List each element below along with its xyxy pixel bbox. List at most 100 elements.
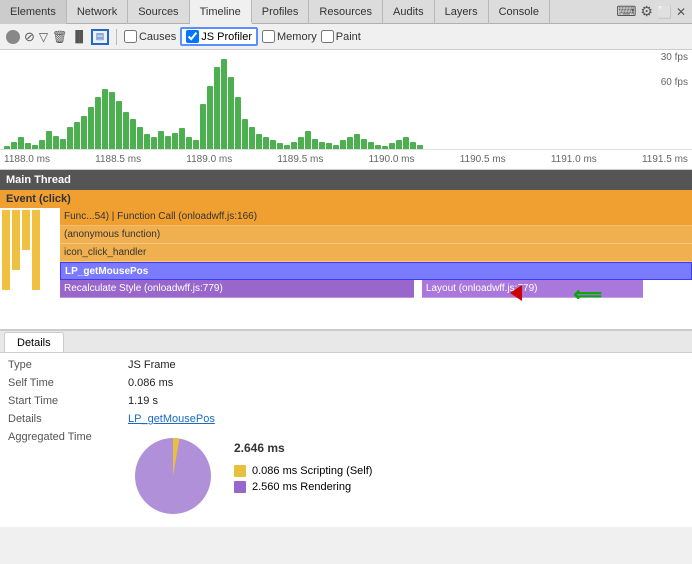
timeline-bar: [39, 140, 45, 149]
tab-layers[interactable]: Layers: [435, 0, 489, 24]
timeline-bar: [361, 139, 367, 150]
timeline-bar: [368, 142, 374, 150]
memory-label: Memory: [277, 31, 317, 43]
details-link-row: Details LP_getMousePos: [0, 411, 692, 429]
timeline-bar: [291, 142, 297, 150]
timeline-bar: [312, 139, 318, 150]
terminal-icon[interactable]: ⌨: [616, 3, 636, 20]
timeline-bar: [46, 131, 52, 149]
timeline-bar: [81, 116, 87, 149]
details-tab[interactable]: Details: [4, 332, 64, 352]
fps-60-label: 60 fps: [661, 77, 688, 88]
timeline-bar: [228, 77, 234, 149]
aggregated-time-label: Aggregated Time: [8, 431, 128, 443]
tab-console[interactable]: Console: [489, 0, 550, 24]
recalculate-style-row: Recalculate Style (onloadwff.js:779): [60, 280, 414, 298]
js-profiler-checkbox[interactable]: [186, 30, 199, 43]
flame-chart-icon[interactable]: ▤: [91, 29, 109, 45]
memory-checkbox-label[interactable]: Memory: [262, 30, 317, 43]
timeline-bar: [67, 127, 73, 150]
timeline-bar: [95, 97, 101, 150]
timeline-bar: [298, 137, 304, 149]
layout-row: Layout (onloadwff.js:779): [422, 280, 643, 298]
tab-network[interactable]: Network: [67, 0, 128, 24]
tab-audits[interactable]: Audits: [383, 0, 435, 24]
timeline-bar: [207, 86, 213, 149]
close-icon[interactable]: ✕: [676, 5, 686, 19]
timeline-bar: [144, 134, 150, 149]
tab-resources[interactable]: Resources: [309, 0, 383, 24]
timeline-bar: [123, 112, 129, 150]
tab-timeline[interactable]: Timeline: [190, 0, 252, 24]
timeline-bar: [319, 142, 325, 150]
paint-checkbox-label[interactable]: Paint: [321, 30, 361, 43]
func-rows: Func...54) | Function Call (onloadwff.js…: [60, 208, 692, 329]
timeline-bar: [256, 134, 262, 149]
pie-legend: 2.646 ms 0.086 ms Scripting (Self) 2.560…: [234, 431, 372, 493]
timeline-bar: [305, 131, 311, 149]
timeline-bar: [242, 119, 248, 149]
memory-checkbox[interactable]: [262, 30, 275, 43]
timeline-bar: [235, 97, 241, 150]
paint-checkbox[interactable]: [321, 30, 334, 43]
trash-icon[interactable]: 🗑: [52, 30, 67, 44]
start-time-row: Start Time 1.19 s: [0, 393, 692, 411]
details-field-label: Details: [8, 413, 128, 425]
rendering-color-swatch: [234, 481, 246, 493]
timeline-bar: [221, 59, 227, 149]
timeline-bar: [158, 131, 164, 149]
causes-checkbox[interactable]: [124, 30, 137, 43]
self-time-label: Self Time: [8, 377, 128, 389]
timeline-bar: [165, 136, 171, 150]
bar-chart-icon[interactable]: ▐▌: [71, 31, 87, 43]
left-bars: [0, 208, 60, 329]
timeline-bar: [186, 137, 192, 149]
green-arrow-icon: ⟸: [573, 282, 602, 307]
timeline-bar: [109, 92, 115, 149]
start-time-value: 1.19 s: [128, 395, 158, 407]
type-label: Type: [8, 359, 128, 371]
timeline-bar: [249, 127, 255, 150]
settings-icon[interactable]: ⚙: [640, 3, 653, 20]
call-stack: Event (click) Func...54) | Function Call…: [0, 190, 692, 330]
timeline-bar: [60, 139, 66, 150]
scripting-color-swatch: [234, 465, 246, 477]
causes-checkbox-label[interactable]: Causes: [124, 30, 176, 43]
timeline-bar: [137, 127, 143, 150]
legend-scripting: 0.086 ms Scripting (Self): [234, 465, 372, 477]
aggregated-time-row: Aggregated Time 2.646 ms 0.086 ms: [0, 429, 692, 523]
timeline-bar: [18, 137, 24, 149]
scripting-legend-label: 0.086 ms Scripting (Self): [252, 465, 372, 477]
tab-profiles[interactable]: Profiles: [252, 0, 310, 24]
details-link[interactable]: LP_getMousePos: [128, 413, 215, 425]
main-thread-header: Main Thread: [0, 170, 692, 190]
details-section: Details Type JS Frame Self Time 0.086 ms…: [0, 330, 692, 527]
timeline-bar: [340, 140, 346, 149]
icon-click-handler-row: icon_click_handler: [60, 244, 692, 262]
type-value: JS Frame: [128, 359, 176, 371]
timeline-bar: [102, 89, 108, 149]
filter-icon[interactable]: ▽: [39, 30, 48, 44]
lp-getmousepos-row[interactable]: LP_getMousePos: [60, 262, 692, 280]
timeline-bar: [200, 104, 206, 149]
filter-bar: ⊘ ▽ 🗑 ▐▌ ▤ Causes JS Profiler Memory Pai…: [0, 24, 692, 50]
pie-chart: [128, 431, 218, 521]
tab-sources[interactable]: Sources: [128, 0, 189, 24]
timeline-bar: [74, 122, 80, 149]
details-table: Type JS Frame Self Time 0.086 ms Start T…: [0, 353, 692, 527]
timeline-bar: [130, 119, 136, 149]
js-profiler-label: JS Profiler: [201, 31, 252, 43]
timeline-bar: [179, 128, 185, 149]
timeline-bar: [53, 136, 59, 150]
record-icon[interactable]: [6, 30, 20, 44]
dock-icon[interactable]: ⬜: [657, 5, 672, 19]
tab-elements[interactable]: Elements: [0, 0, 67, 24]
timeline-bar: [410, 142, 416, 150]
bars-area: [0, 50, 652, 149]
red-triangle-icon: [510, 285, 522, 301]
timeline-bar: [403, 137, 409, 149]
self-time-row: Self Time 0.086 ms: [0, 375, 692, 393]
func-call-row: Func...54) | Function Call (onloadwff.js…: [60, 208, 692, 226]
timeline-bar: [347, 137, 353, 149]
stop-icon[interactable]: ⊘: [24, 29, 35, 45]
